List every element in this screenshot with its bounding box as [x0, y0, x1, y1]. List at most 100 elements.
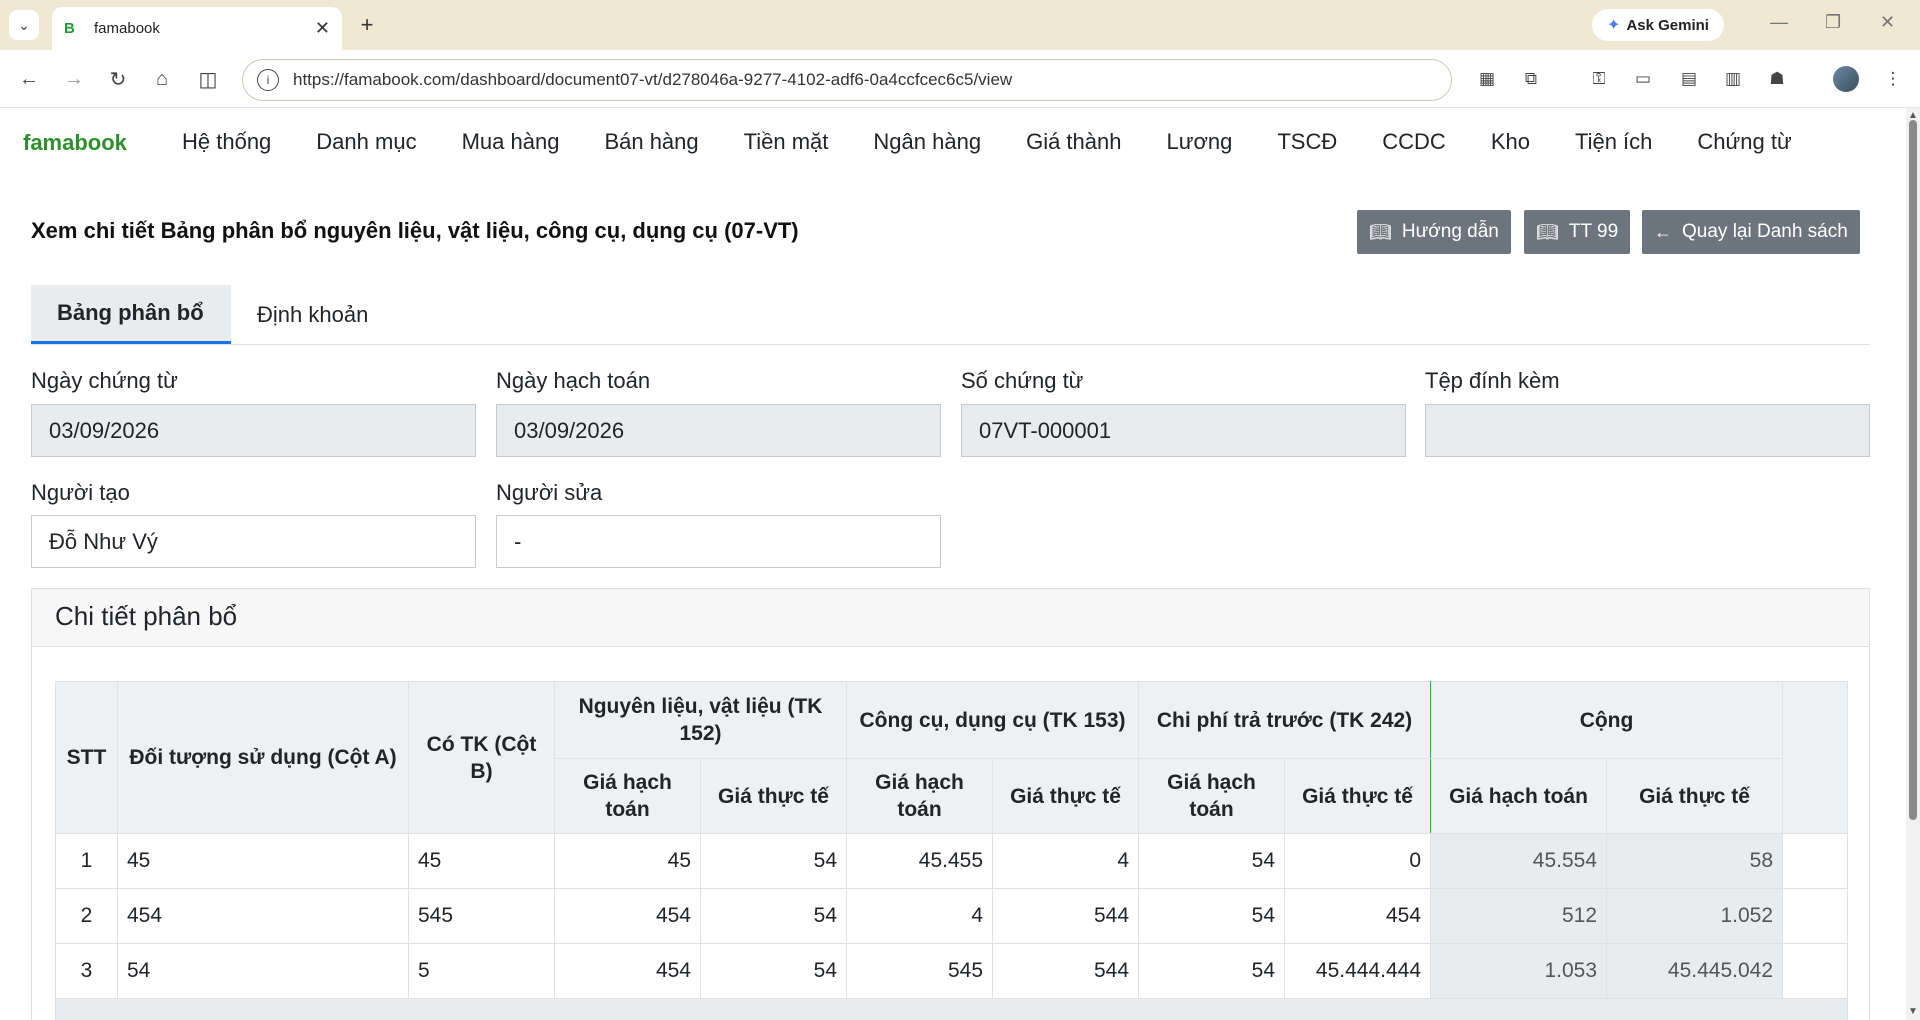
tab-allocation[interactable]: Bảng phân bổ [31, 285, 231, 344]
attachment-field[interactable] [1425, 404, 1870, 457]
menu-item-he-thong[interactable]: Hệ thống [182, 129, 271, 155]
reading-list-icon[interactable]: ▤ [1678, 68, 1700, 90]
payment-card-icon[interactable]: ▭ [1632, 68, 1654, 90]
creator-field[interactable]: Đỗ Như Vý [31, 515, 476, 568]
reload-icon[interactable]: ↻ [104, 65, 132, 93]
cell-153-actual: 544 [992, 888, 1140, 944]
table-row: 3 54 5 454 54 545 544 54 45.444.444 1.05… [55, 943, 1849, 999]
attachment-label: Tệp đính kèm [1425, 368, 1560, 393]
cell-sum-actual: 58 [1606, 833, 1784, 889]
scrollbar-thumb[interactable] [1909, 120, 1917, 820]
book-icon: 📖︎ [1536, 221, 1559, 242]
doc-number-field[interactable]: 07VT-000001 [961, 404, 1406, 457]
address-bar[interactable]: i https://famabook.com/dashboard/documen… [242, 59, 1452, 101]
col-153-accounting: Giá hạch toán [846, 758, 994, 834]
cell-sum-actual: 45.445.042 [1606, 943, 1784, 999]
cell-extra [1782, 833, 1849, 889]
cell-sum-accounting: 45.554 [1430, 833, 1608, 889]
scroll-down-icon[interactable]: ▼ [1907, 1006, 1919, 1017]
tab-accounting-entry[interactable]: Định khoản [231, 285, 394, 344]
window-close-icon[interactable]: ✕ [1880, 12, 1895, 33]
menu-item-tien-ich[interactable]: Tiện ích [1575, 129, 1652, 155]
home-icon[interactable]: ⌂ [148, 65, 176, 93]
menu-item-chung-tu[interactable]: Chứng từ [1697, 129, 1791, 155]
cell-242-actual: 454 [1284, 888, 1432, 944]
password-key-icon[interactable]: ⚿ [1588, 68, 1610, 90]
menu-item-tscd[interactable]: TSCĐ [1277, 129, 1337, 155]
cell-stt: 2 [55, 888, 118, 944]
col-group-153: Công cụ, dụng cụ (TK 153) [846, 681, 1140, 759]
col-extra [1782, 681, 1849, 834]
cell-153-actual: 544 [992, 943, 1140, 999]
back-to-list-button[interactable]: ← Quay lại Danh sách [1642, 210, 1860, 254]
forward-arrow-icon[interactable]: → [60, 65, 88, 93]
app-navbar: famabook Hệ thống Danh mục Mua hàng Bán … [0, 108, 1906, 178]
card-title: Chi tiết phân bổ [32, 589, 1869, 647]
col-group-152: Nguyên liệu, vật liệu (TK 152) [553, 681, 848, 759]
minimize-icon[interactable]: — [1770, 12, 1788, 33]
total-row-cell [54, 998, 1849, 1020]
page-scrollbar[interactable]: ▲ ▼ [1906, 108, 1920, 1020]
cell-242-actual: 0 [1284, 833, 1432, 889]
editor-field[interactable]: - [496, 515, 941, 568]
menu-item-luong[interactable]: Lương [1166, 129, 1232, 155]
menu-item-kho[interactable]: Kho [1491, 129, 1530, 155]
cell-152-actual: 54 [699, 833, 848, 889]
incognito-icon[interactable]: ☗ [1766, 68, 1788, 90]
tab-title: famabook [94, 20, 160, 37]
avatar[interactable] [1833, 66, 1859, 92]
col-credit-account: Có TK (Cột B) [408, 681, 555, 834]
tt99-button[interactable]: 📖︎ TT 99 [1524, 210, 1631, 254]
book-icon: 📖︎ [1369, 221, 1392, 242]
menu-item-gia-thanh[interactable]: Giá thành [1026, 129, 1121, 155]
tab-groups-icon[interactable]: ▥ [1722, 68, 1744, 90]
cell-object: 45 [117, 833, 409, 889]
post-date-field[interactable]: 03/09/2026 [496, 404, 941, 457]
col-group-242: Chi phí trả trước (TK 242) [1138, 681, 1432, 759]
restore-icon[interactable]: ❐ [1825, 12, 1841, 33]
allocation-detail-card: Chi tiết phân bổ STT Đối tượng sử dụng (… [31, 588, 1870, 1020]
site-info-icon[interactable]: i [257, 69, 279, 91]
cell-242-accounting: 54 [1138, 833, 1286, 889]
cell-sum-accounting: 512 [1430, 888, 1608, 944]
brand-logo[interactable]: famabook [23, 130, 127, 156]
more-menu-icon[interactable]: ⋮ [1882, 68, 1904, 90]
col-stt: STT [55, 681, 118, 834]
col-sum-actual: Giá thực tế [1606, 758, 1784, 834]
cell-242-accounting: 54 [1138, 943, 1286, 999]
arrow-left-icon: ← [1654, 221, 1672, 242]
table-row: 2 454 545 454 54 4 544 54 454 512 1.052 [55, 888, 1849, 944]
ask-gemini-button[interactable]: ✦ Ask Gemini [1592, 9, 1724, 41]
table-total-row [54, 998, 1849, 1020]
cell-242-accounting: 54 [1138, 888, 1286, 944]
menu-item-tien-mat[interactable]: Tiền mặt [744, 129, 829, 155]
qr-code-icon[interactable]: ▦ [1476, 68, 1498, 90]
menu-item-ccdc[interactable]: CCDC [1382, 129, 1446, 155]
doc-number-label: Số chứng từ [961, 368, 1084, 393]
doc-date-label: Ngày chứng từ [31, 368, 178, 393]
reading-mode-icon[interactable]: ◫ [194, 65, 222, 93]
cell-object: 454 [117, 888, 409, 944]
menu-item-danh-muc[interactable]: Danh mục [316, 129, 416, 155]
menu-item-ngan-hang[interactable]: Ngân hàng [873, 129, 981, 155]
new-tab-button[interactable]: + [353, 11, 381, 39]
close-icon[interactable]: ✕ [315, 18, 330, 39]
allocation-table: STT Đối tượng sử dụng (Cột A) Có TK (Cột… [54, 681, 1849, 1020]
guide-button[interactable]: 📖︎ Hướng dẫn [1357, 210, 1511, 254]
browser-tab[interactable]: B famabook ✕ [52, 7, 342, 50]
col-153-actual: Giá thực tế [992, 758, 1140, 834]
menu-item-ban-hang[interactable]: Bán hàng [604, 129, 698, 155]
browser-toolbar: ← → ↻ ⌂ ◫ i https://famabook.com/dashboa… [0, 50, 1920, 108]
cell-stt: 1 [55, 833, 118, 889]
cell-152-actual: 54 [699, 943, 848, 999]
tab-bar: Bảng phân bổ Định khoản [31, 285, 1870, 345]
cell-credit-account: 545 [408, 888, 555, 944]
doc-date-field[interactable]: 03/09/2026 [31, 404, 476, 457]
menu-item-mua-hang[interactable]: Mua hàng [462, 129, 560, 155]
extensions-icon[interactable]: ⧉ [1520, 68, 1542, 90]
url-text[interactable]: https://famabook.com/dashboard/document0… [293, 70, 1012, 90]
cell-152-accounting: 45 [554, 833, 701, 889]
back-arrow-icon[interactable]: ← [15, 65, 43, 93]
main-menu: Hệ thống Danh mục Mua hàng Bán hàng Tiền… [182, 129, 1837, 155]
tab-search-button[interactable]: ⌄ [9, 10, 39, 40]
